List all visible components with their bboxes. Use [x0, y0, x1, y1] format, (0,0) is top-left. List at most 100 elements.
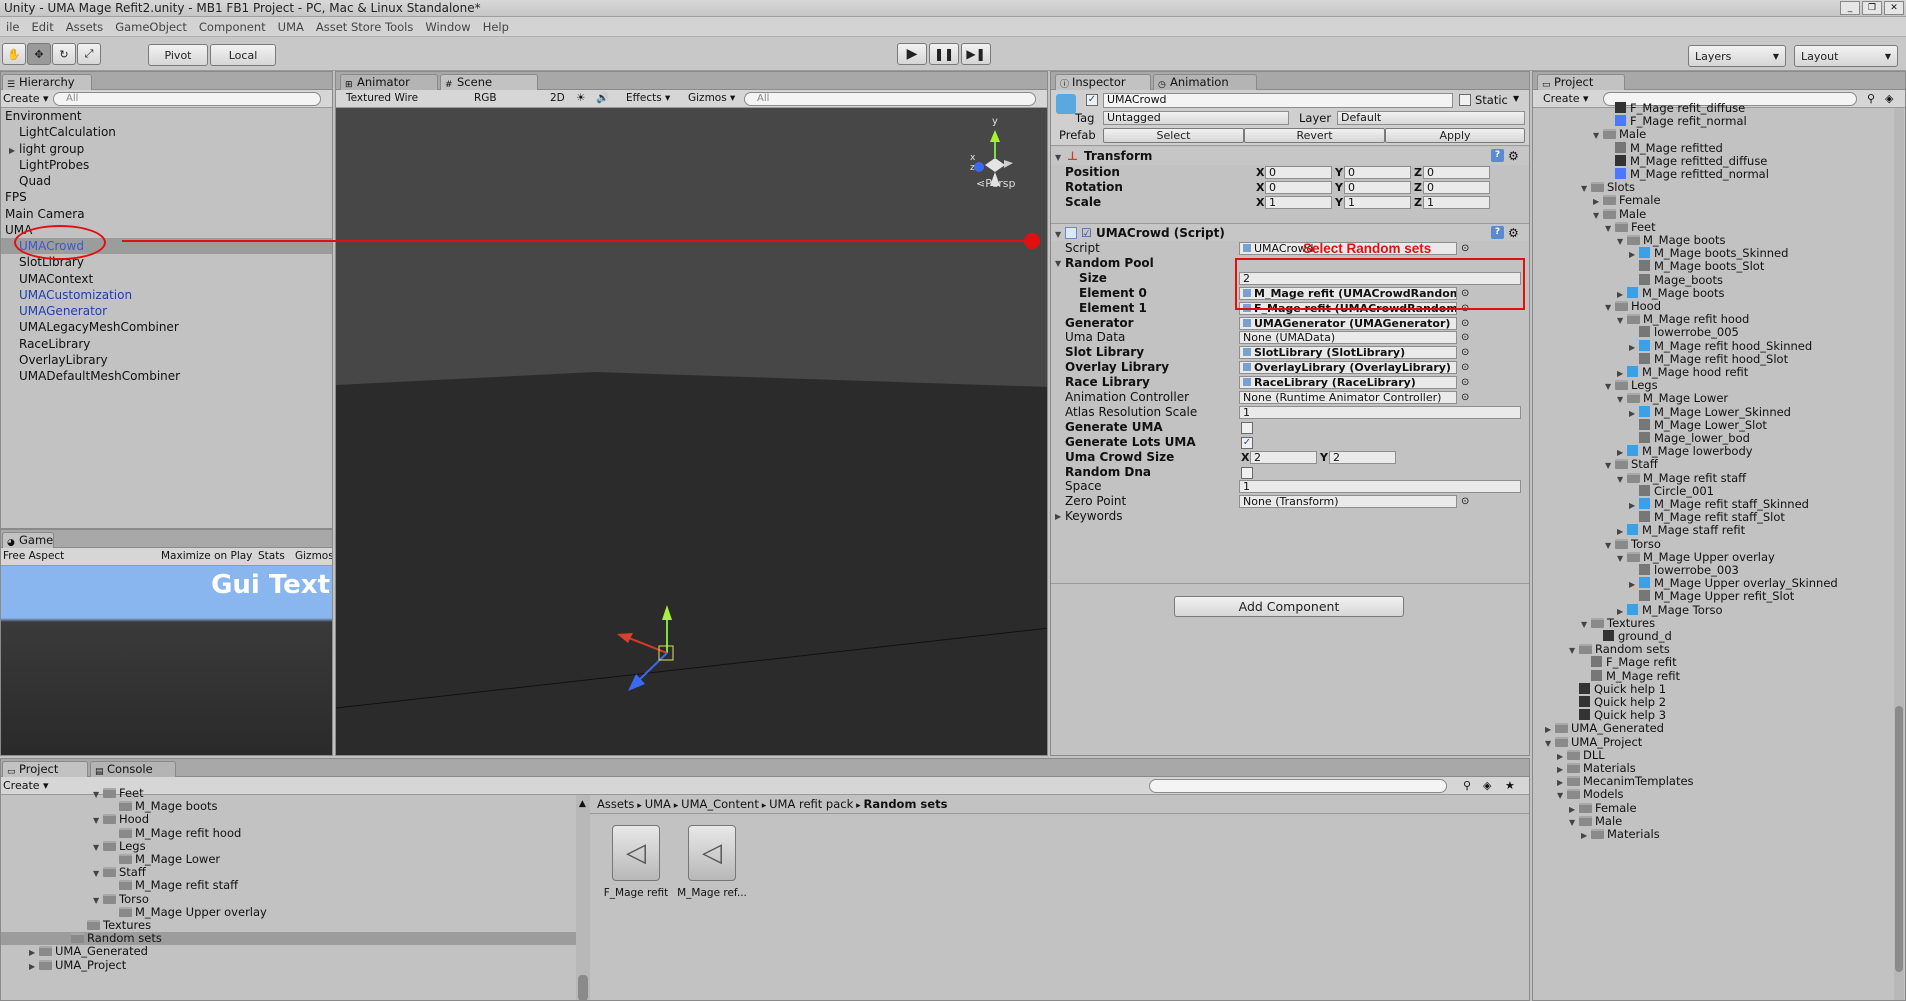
project-tree-item[interactable]: ▼ M_Mage refit hood	[1533, 313, 1893, 326]
object-name-input[interactable]: UMACrowd	[1103, 93, 1453, 108]
transform-x-input[interactable]: 1	[1265, 196, 1332, 209]
scene-gizmos-dropdown[interactable]: Gizmos ▾	[688, 90, 735, 107]
hierarchy-item[interactable]: Environment	[1, 108, 332, 124]
play-button[interactable]: ▶	[897, 43, 927, 65]
hierarchy-create-button[interactable]: Create ▾	[3, 90, 49, 107]
project-tree-item[interactable]: ▶ M_Mage refit hood_Skinned	[1533, 339, 1893, 353]
project-tree-item[interactable]: F_Mage refit_normal	[1533, 115, 1893, 128]
menu-item[interactable]: ile	[0, 20, 25, 34]
project-tree-item[interactable]: M_Mage refitted_diffuse	[1533, 154, 1893, 168]
aspect-dropdown[interactable]: Free Aspect	[3, 548, 153, 565]
hierarchy-item[interactable]: RaceLibrary	[1, 336, 332, 352]
bottom-tree-item[interactable]: ▶ UMA_Project	[1, 958, 576, 972]
prefab-apply-button[interactable]: Apply	[1385, 128, 1525, 143]
move-tool-icon[interactable]: ✥	[27, 43, 51, 65]
rgb-dropdown[interactable]: RGB	[474, 90, 529, 107]
scene-search-input[interactable]: All	[744, 92, 1036, 106]
tab-game[interactable]: ◕ Game	[2, 532, 54, 548]
bottom-search-input[interactable]	[1149, 779, 1447, 793]
transform-y-input[interactable]: 1	[1344, 196, 1411, 209]
project-tree-item[interactable]: ▼ Feet	[1533, 220, 1893, 234]
field-value-input[interactable]: None (UMAData)	[1239, 331, 1457, 345]
field-value-input[interactable]: None (Transform)	[1239, 495, 1457, 509]
object-picker-icon[interactable]: ⊙	[1461, 316, 1469, 331]
scale-tool-icon[interactable]: ⤢	[77, 43, 101, 65]
rotate-tool-icon[interactable]: ↻	[52, 43, 76, 65]
project-tree-item[interactable]: ▶ UMA_Generated	[1533, 722, 1893, 735]
project-tree-item[interactable]: ▶ MecanimTemplates	[1533, 775, 1893, 788]
breadcrumb-item[interactable]: UMA_Content	[681, 797, 759, 811]
project-tree-item[interactable]: Quick help 1	[1533, 682, 1893, 696]
field-value-input[interactable]: UMAGenerator (UMAGenerator)	[1239, 316, 1457, 330]
menu-item[interactable]: Help	[477, 20, 515, 34]
project-tree-item[interactable]: Circle_001	[1533, 484, 1893, 498]
scrollbar-thumb[interactable]	[578, 975, 588, 1000]
tab-scene[interactable]: # Scene	[440, 74, 538, 90]
transform-x-input[interactable]: 0	[1265, 166, 1332, 179]
bottom-tree-item[interactable]: ▼ Torso	[1, 892, 576, 906]
bottom-tree-item[interactable]: ▼ Feet	[1, 786, 576, 800]
chevron-right-icon[interactable]: ▶	[1055, 509, 1065, 524]
project-tree-item[interactable]: M_Mage Lower_Slot	[1533, 418, 1893, 432]
project-tree-item[interactable]: M_Mage refitted	[1533, 141, 1893, 155]
chevron-down-icon[interactable]: ▼	[1055, 256, 1065, 271]
tab-project[interactable]: ▭ Project	[1537, 74, 1625, 90]
project-tree-item[interactable]: ▶ M_Mage Upper overlay_Skinned	[1533, 577, 1893, 590]
project-tree-item[interactable]: ▼ Torso	[1533, 537, 1893, 551]
star-icon[interactable]: ★	[1505, 777, 1515, 794]
project-tree-item[interactable]: ▶ M_Mage staff refit	[1533, 524, 1893, 537]
menu-item[interactable]: Assets	[60, 20, 109, 34]
filter-icon[interactable]: ⚲	[1463, 777, 1471, 794]
hierarchy-item[interactable]: Quad	[1, 173, 332, 189]
hierarchy-item[interactable]: LightCalculation	[1, 124, 332, 140]
field-value-input[interactable]: 1	[1239, 480, 1521, 494]
project-tree-item[interactable]: ▶ Female	[1533, 194, 1893, 207]
project-tree-item[interactable]: Quick help 3	[1533, 709, 1893, 722]
field-value-input[interactable]: OverlayLibrary (OverlayLibrary)	[1239, 361, 1457, 375]
shading-dropdown[interactable]: Textured Wire	[346, 90, 471, 107]
hierarchy-item[interactable]: FPS	[1, 189, 332, 205]
project-tree-item[interactable]: ▶ M_Mage Torso	[1533, 603, 1893, 617]
transform-z-input[interactable]: 1	[1423, 196, 1490, 209]
project-tree-item[interactable]: ground_d	[1533, 629, 1893, 643]
gizmos-button[interactable]: Gizmos	[295, 548, 332, 565]
add-component-button[interactable]: Add Component	[1174, 596, 1404, 617]
project-tree-item[interactable]: ▶ Materials	[1533, 827, 1893, 841]
project-tree-item[interactable]: ▼ M_Mage refit staff	[1533, 471, 1893, 485]
object-picker-icon[interactable]: ⊙	[1461, 360, 1469, 375]
hierarchy-item[interactable]: UMADefaultMeshCombiner	[1, 368, 332, 384]
transform-header[interactable]: ▼ ⊥ Transform ? ⚙	[1051, 147, 1529, 165]
hierarchy-item[interactable]: UMAGenerator	[1, 303, 332, 319]
field-checkbox[interactable]	[1241, 466, 1253, 479]
prefab-revert-button[interactable]: Revert	[1244, 128, 1385, 143]
scrollbar-thumb[interactable]	[1895, 706, 1903, 972]
bottom-tree-item[interactable]: Random sets	[1, 932, 576, 946]
breadcrumb-item[interactable]: UMA refit pack	[769, 797, 853, 811]
asset-tile[interactable]: ◁ M_Mage ref...	[677, 821, 747, 899]
crowd-size-y-input[interactable]: 2	[1329, 450, 1396, 464]
help-icon[interactable]: ?	[1491, 149, 1504, 162]
project-tree-item[interactable]: ▼ Male	[1533, 207, 1893, 221]
bottom-tree-item[interactable]: ▼ Staff	[1, 866, 576, 879]
project-tree-item[interactable]: ▼ M_Mage Lower	[1533, 392, 1893, 405]
layers-dropdown[interactable]: Layers ▼	[1688, 45, 1786, 67]
object-picker-icon[interactable]: ⊙	[1461, 494, 1469, 509]
field-checkbox[interactable]	[1241, 421, 1253, 434]
project-tree-item[interactable]: ▼ Male	[1533, 128, 1893, 141]
hierarchy-item[interactable]: Main Camera	[1, 206, 332, 222]
tab-console[interactable]: ▤ Console	[90, 761, 176, 777]
gear-icon[interactable]: ⚙	[1508, 224, 1519, 242]
field-checkbox[interactable]: ✓	[1241, 436, 1253, 449]
script-header[interactable]: ▼ ☑ UMACrowd (Script) ? ⚙	[1051, 223, 1529, 241]
project-tree-item[interactable]: ▼ Legs	[1533, 379, 1893, 392]
local-toggle[interactable]: Local	[210, 44, 276, 66]
speaker-icon[interactable]: 🔊	[596, 90, 609, 107]
bottom-tree-item[interactable]: ▼ Legs	[1, 839, 576, 853]
prefab-select-button[interactable]: Select	[1103, 128, 1244, 143]
project-tree-item[interactable]: ▼ UMA_Project	[1533, 735, 1893, 749]
project-tree-item[interactable]: ▶ M_Mage lowerbody	[1533, 445, 1893, 458]
tab-animator[interactable]: ⊞ Animator	[340, 74, 438, 90]
hierarchy-item[interactable]: UMACustomization	[1, 287, 332, 303]
hierarchy-item[interactable]: ▶ light group	[1, 141, 332, 157]
menu-item[interactable]: GameObject	[109, 20, 193, 34]
